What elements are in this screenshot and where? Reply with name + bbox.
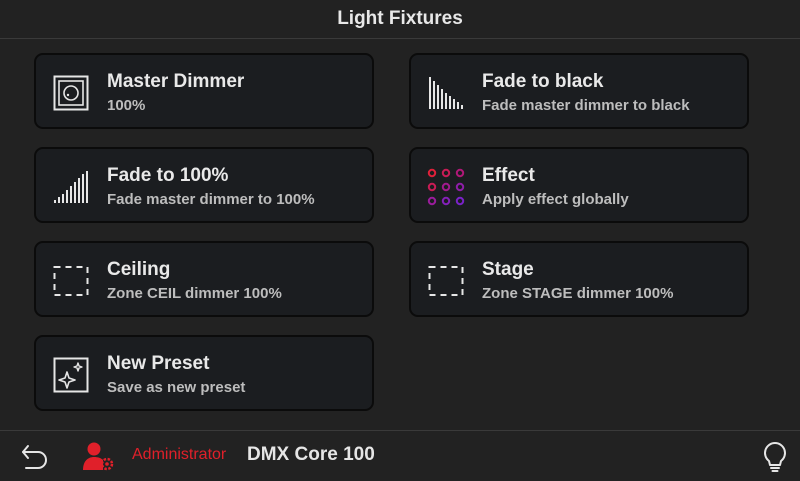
admin-user-icon <box>82 441 116 471</box>
zone-icon <box>52 262 90 300</box>
card-label: Fade to black <box>482 71 604 92</box>
effect-button[interactable]: Effect Apply effect globally <box>409 147 749 223</box>
page-title: Light Fixtures <box>337 8 463 29</box>
lightbulb-icon[interactable] <box>762 441 788 473</box>
fade-down-icon <box>427 74 465 112</box>
dial-icon <box>52 74 90 112</box>
zone-icon <box>427 262 465 300</box>
card-subtitle: 100% <box>107 97 146 114</box>
card-subtitle: Save as new preset <box>107 379 246 396</box>
fade-up-icon <box>52 168 90 206</box>
back-icon[interactable] <box>20 443 50 471</box>
card-label: Stage <box>482 259 534 280</box>
new-preset-button[interactable]: New Preset Save as new preset <box>34 335 374 411</box>
effect-dots-icon <box>427 168 465 206</box>
card-subtitle: Zone STAGE dimmer 100% <box>482 285 674 302</box>
stage-zone-button[interactable]: Stage Zone STAGE dimmer 100% <box>409 241 749 317</box>
card-label: Effect <box>482 165 535 186</box>
fade-to-black-button[interactable]: Fade to black Fade master dimmer to blac… <box>409 53 749 129</box>
title-bar: Light Fixtures <box>0 0 800 39</box>
card-subtitle: Fade master dimmer to black <box>482 97 690 114</box>
device-name: DMX Core 100 <box>247 444 375 465</box>
ceiling-zone-button[interactable]: Ceiling Zone CEIL dimmer 100% <box>34 241 374 317</box>
user-role-label[interactable]: Administrator <box>132 446 226 464</box>
card-subtitle: Zone CEIL dimmer 100% <box>107 285 282 302</box>
card-label: Master Dimmer <box>107 71 245 92</box>
fade-to-100-button[interactable]: Fade to 100% Fade master dimmer to 100% <box>34 147 374 223</box>
card-label: Ceiling <box>107 259 171 280</box>
bottom-bar: Administrator DMX Core 100 <box>0 430 800 481</box>
new-preset-icon <box>52 356 90 394</box>
card-subtitle: Apply effect globally <box>482 191 629 208</box>
card-label: New Preset <box>107 353 210 374</box>
master-dimmer-button[interactable]: Master Dimmer 100% <box>34 53 374 129</box>
card-label: Fade to 100% <box>107 165 229 186</box>
card-subtitle: Fade master dimmer to 100% <box>107 191 315 208</box>
